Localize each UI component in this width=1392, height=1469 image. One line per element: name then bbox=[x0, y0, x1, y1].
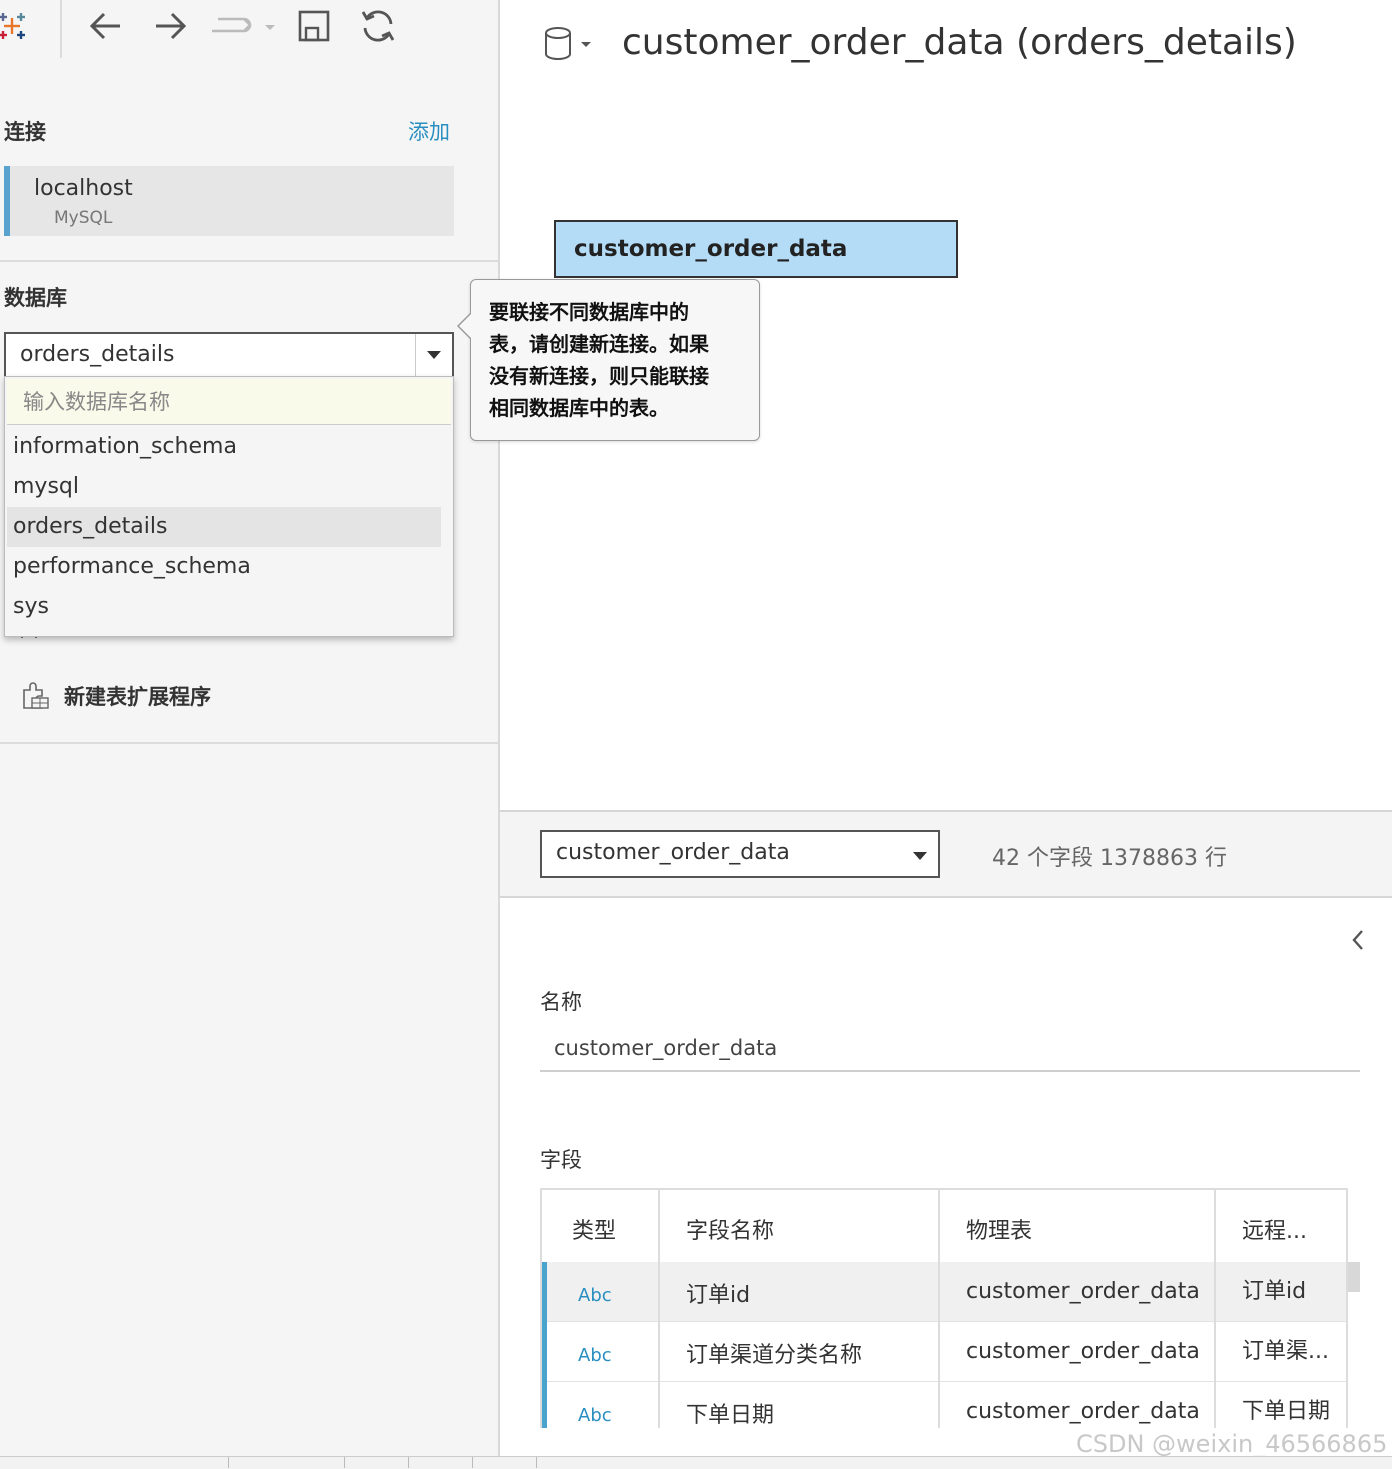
database-option[interactable]: information_schema bbox=[7, 427, 441, 467]
connection-name: localhost bbox=[34, 176, 133, 201]
data-type-badge[interactable]: Abc bbox=[542, 1262, 660, 1322]
tab-divider bbox=[408, 1457, 409, 1468]
join-hint-tooltip: 要联接不同数据库中的 表，请创建新连接。如果 没有新连接，则只能联接 相同数据库… bbox=[457, 279, 760, 441]
save-icon[interactable] bbox=[294, 6, 334, 46]
datasource-title[interactable]: customer_order_data (orders_details) bbox=[622, 22, 1297, 63]
table-row[interactable]: Abc 下单日期 customer_order_data 下单日期 bbox=[542, 1382, 1346, 1428]
table-select-value: customer_order_data bbox=[556, 840, 790, 865]
column-header-field-name[interactable]: 字段名称 bbox=[660, 1190, 940, 1262]
database-search-input[interactable] bbox=[7, 379, 451, 425]
field-row-count: 42 个字段 1378863 行 bbox=[992, 846, 1227, 871]
redo-icon[interactable] bbox=[208, 6, 278, 46]
fields-label: 字段 bbox=[540, 1148, 582, 1172]
database-option[interactable]: sys bbox=[7, 587, 441, 627]
column-header-type[interactable]: 类型 bbox=[546, 1190, 660, 1262]
chevron-down-icon[interactable] bbox=[415, 334, 452, 376]
database-option[interactable]: performance_schema bbox=[7, 547, 441, 587]
tooltip-line: 没有新连接，则只能联接 bbox=[489, 364, 709, 388]
column-header-remote[interactable]: 远程... bbox=[1216, 1190, 1346, 1262]
fields-table: 类型 字段名称 物理表 远程... Abc 订单id customer_orde… bbox=[540, 1188, 1348, 1428]
table-scrollbar[interactable] bbox=[1348, 1262, 1360, 1292]
section-divider bbox=[0, 260, 498, 262]
tooltip-line: 表，请创建新连接。如果 bbox=[489, 332, 709, 356]
column-header-physical-table[interactable]: 物理表 bbox=[940, 1190, 1216, 1262]
table-row[interactable]: Abc 订单id customer_order_data 订单id bbox=[542, 1262, 1346, 1322]
tooltip-line: 相同数据库中的表。 bbox=[489, 396, 669, 420]
database-option-selected[interactable]: orders_details bbox=[7, 507, 441, 547]
remote-field-cell: 订单id bbox=[1242, 1279, 1307, 1304]
database-title: 数据库 bbox=[4, 286, 67, 310]
forward-arrow-icon[interactable] bbox=[150, 6, 190, 46]
tab-divider bbox=[344, 1457, 345, 1468]
database-select-value: orders_details bbox=[20, 342, 175, 367]
tab-divider bbox=[228, 1457, 229, 1468]
connection-item-localhost[interactable]: localhost MySQL bbox=[4, 166, 454, 236]
data-pane: 连接 添加 localhost MySQL 数据库 orders_details… bbox=[0, 0, 500, 1468]
chevron-left-icon[interactable] bbox=[1344, 926, 1372, 954]
tooltip-line: 要联接不同数据库中的 bbox=[489, 300, 689, 324]
table-node-label: customer_order_data bbox=[574, 236, 848, 262]
database-dropdown: information_schema mysql orders_details … bbox=[4, 376, 454, 637]
field-name-cell[interactable]: 订单渠道分类名称 bbox=[660, 1322, 940, 1382]
database-select[interactable]: orders_details bbox=[4, 332, 454, 378]
connection-type: MySQL bbox=[54, 208, 113, 228]
table-name-input[interactable] bbox=[540, 1026, 1360, 1072]
physical-table-cell: customer_order_data bbox=[940, 1322, 1216, 1382]
data-type-badge[interactable]: Abc bbox=[542, 1382, 660, 1428]
new-table-extension-item[interactable]: 新建表扩展程序 bbox=[18, 678, 211, 714]
remote-field-cell: 下单日期 bbox=[1242, 1399, 1331, 1424]
watermark: CSDN @weixin_46566865 bbox=[1076, 1430, 1388, 1458]
tab-divider bbox=[472, 1457, 473, 1468]
datasource-menu[interactable] bbox=[540, 24, 596, 68]
refresh-icon[interactable] bbox=[358, 6, 398, 46]
connections-title: 连接 bbox=[4, 120, 46, 144]
tableau-logo-icon[interactable] bbox=[0, 6, 32, 46]
fields-table-header: 类型 字段名称 物理表 远程... bbox=[542, 1190, 1346, 1264]
name-label: 名称 bbox=[540, 990, 582, 1014]
back-arrow-icon[interactable] bbox=[86, 6, 126, 46]
table-select[interactable]: customer_order_data bbox=[540, 830, 940, 878]
physical-table-cell: customer_order_data bbox=[940, 1382, 1216, 1428]
bottom-tab-bar bbox=[0, 1456, 1392, 1469]
physical-table-cell: customer_order_data bbox=[940, 1262, 1216, 1322]
database-cylinder-icon bbox=[545, 27, 591, 60]
data-type-badge[interactable]: Abc bbox=[542, 1322, 660, 1382]
new-table-extension-label: 新建表扩展程序 bbox=[64, 685, 211, 709]
field-name-cell[interactable]: 订单id bbox=[660, 1262, 940, 1322]
toolbar-separator bbox=[60, 0, 62, 58]
add-connection-link[interactable]: 添加 bbox=[408, 116, 450, 146]
section-divider bbox=[0, 742, 498, 744]
chevron-down-icon[interactable] bbox=[912, 846, 928, 865]
tooltip-arrow-inner bbox=[459, 313, 472, 339]
remote-field-cell: 订单渠... bbox=[1242, 1339, 1329, 1364]
metadata-bar: customer_order_data 42 个字段 1378863 行 bbox=[500, 810, 1392, 898]
tab-divider bbox=[536, 1457, 537, 1468]
table-extension-icon bbox=[18, 678, 50, 714]
canvas-table-node[interactable]: customer_order_data bbox=[554, 220, 958, 278]
field-name-cell[interactable]: 下单日期 bbox=[660, 1382, 940, 1428]
database-option[interactable]: mysql bbox=[7, 467, 441, 507]
table-row[interactable]: Abc 订单渠道分类名称 customer_order_data 订单渠... bbox=[542, 1322, 1346, 1382]
